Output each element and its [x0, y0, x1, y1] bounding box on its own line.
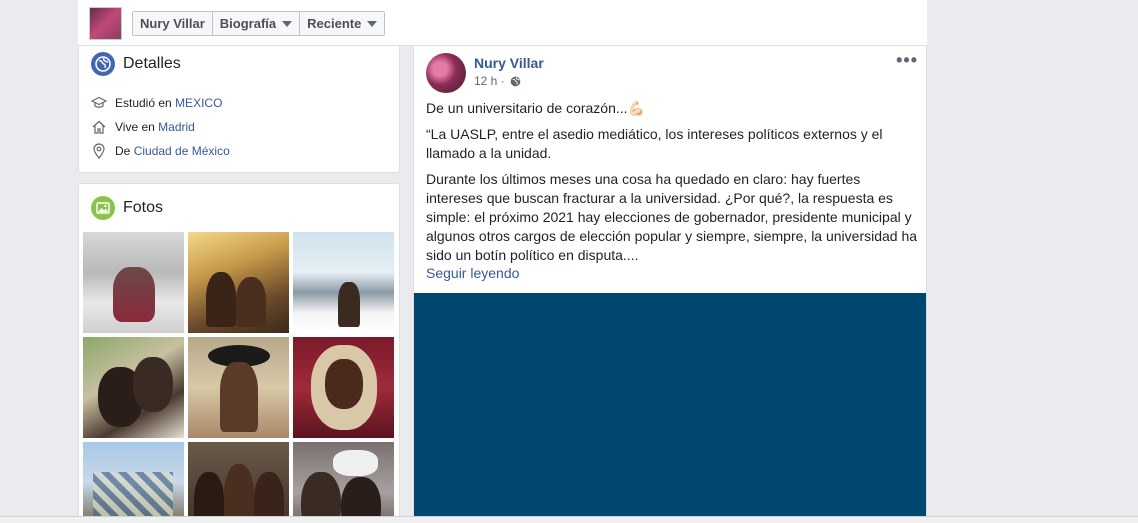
photo-thumbnail[interactable] — [188, 442, 289, 523]
photo-thumbnail[interactable] — [83, 232, 184, 333]
photos-card: Fotos — [78, 183, 400, 523]
more-options-icon[interactable]: ••• — [896, 50, 918, 71]
from-place-link[interactable]: Ciudad de México — [134, 144, 230, 158]
tab-biografia[interactable]: Biografía — [212, 12, 301, 35]
lives-place-link[interactable]: Madrid — [158, 120, 195, 134]
chevron-down-icon — [282, 20, 293, 27]
detail-from: De Ciudad de México — [91, 143, 230, 159]
post-meta: 12 h · — [474, 74, 521, 88]
detail-lives: Vive en Madrid — [91, 119, 195, 135]
photo-thumbnail[interactable] — [83, 442, 184, 523]
lives-prefix: Vive en — [115, 120, 155, 134]
tab-reciente[interactable]: Reciente — [300, 12, 385, 35]
photo-thumbnail[interactable] — [293, 337, 394, 438]
timeline-post: Nury Villar 12 h · ••• De un universitar… — [413, 46, 927, 523]
studied-prefix: Estudió en — [115, 96, 172, 110]
location-pin-icon — [93, 143, 105, 159]
profile-avatar-thumbnail[interactable] — [89, 7, 122, 40]
post-line-1-text: De un universitario de corazón... — [426, 100, 628, 116]
profile-name-button[interactable]: Nury Villar — [133, 12, 213, 35]
photo-thumbnail[interactable] — [293, 442, 394, 523]
photos-title: Fotos — [123, 199, 164, 216]
post-quote: “La UASLP, entre el asedio mediático, lo… — [426, 126, 883, 161]
details-title: Detalles — [123, 55, 181, 72]
details-card: Detalles Estudió en MEXICO Vive en Madri… — [78, 46, 400, 173]
see-more-link[interactable]: Seguir leyendo — [426, 265, 519, 281]
studied-place-link[interactable]: MEXICO — [175, 96, 222, 110]
public-globe-icon — [510, 76, 521, 86]
photo-thumbnail[interactable] — [188, 337, 289, 438]
photo-thumbnail[interactable] — [188, 232, 289, 333]
profile-sticky-header: Nury Villar Biografía Reciente — [78, 0, 927, 46]
horizontal-scrollbar[interactable] — [0, 516, 1138, 523]
post-author-link[interactable]: Nury Villar — [474, 55, 544, 71]
photo-grid — [83, 232, 394, 523]
photo-thumbnail[interactable] — [83, 337, 184, 438]
home-icon — [92, 120, 106, 134]
author-avatar[interactable] — [426, 53, 466, 93]
chevron-down-icon — [367, 20, 378, 27]
flexed-biceps-icon: 💪🏻 — [627, 100, 645, 116]
profile-name-label: Nury Villar — [140, 16, 205, 31]
post-timestamp[interactable]: 12 h · — [474, 74, 505, 88]
from-prefix: De — [115, 144, 131, 158]
detail-studied: Estudió en MEXICO — [91, 95, 222, 111]
photos-header: Fotos — [91, 196, 163, 220]
graduation-cap-icon — [91, 96, 107, 108]
post-media-image[interactable] — [414, 293, 926, 523]
globe-icon — [91, 52, 115, 76]
post-line-1: De un universitario de corazón...💪🏻 — [426, 99, 918, 118]
tab-reciente-label: Reciente — [307, 16, 362, 31]
post-body: Durante los últimos meses una cosa ha qu… — [426, 171, 918, 263]
photo-icon — [91, 196, 115, 220]
photo-thumbnail[interactable] — [293, 232, 394, 333]
tab-biografia-label: Biografía — [219, 16, 277, 31]
details-header: Detalles — [91, 52, 181, 76]
profile-nav-group: Nury Villar Biografía Reciente — [132, 11, 386, 36]
